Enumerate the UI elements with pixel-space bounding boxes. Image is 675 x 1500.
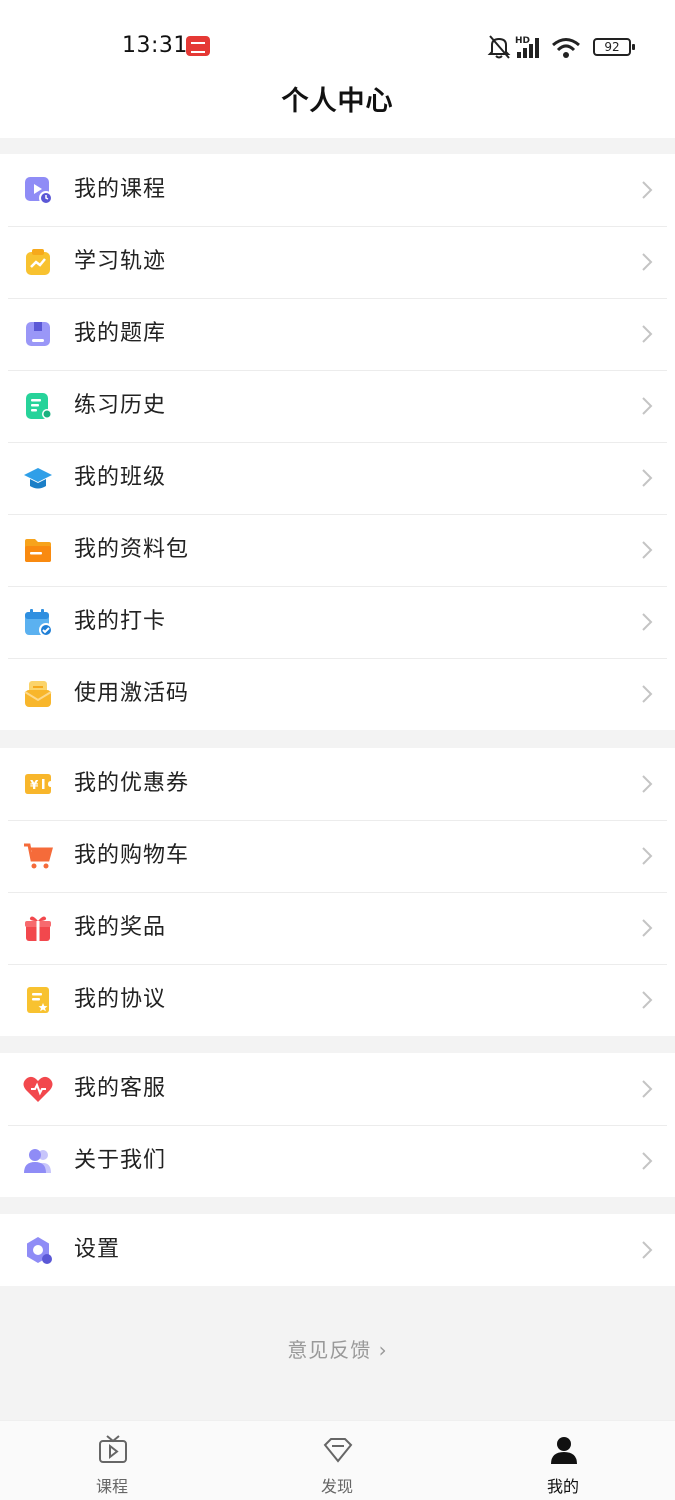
menu-item-check-in[interactable]: 我的打卡: [0, 586, 675, 658]
menu-item-label: 学习轨迹: [74, 249, 167, 274]
tab-mine[interactable]: 我的: [503, 1421, 623, 1500]
tab-label: 发现: [320, 1477, 353, 1496]
chevron-right-icon: [642, 253, 653, 271]
status-icons: HD 92: [487, 34, 637, 60]
page-title: 个人中心: [281, 86, 394, 117]
menu-item-learning-track[interactable]: 学习轨迹: [0, 226, 675, 298]
learning-track-icon: [26, 249, 50, 275]
folder-icon: [25, 539, 51, 562]
tab-label: 我的: [546, 1477, 579, 1496]
svg-text:¥: ¥: [30, 778, 39, 792]
calendar-check-icon: [25, 609, 53, 637]
tab-discover[interactable]: 发现: [277, 1421, 397, 1500]
menu-item-label: 我的班级: [74, 465, 167, 490]
menu-item-label: 设置: [74, 1237, 121, 1262]
menu-item-label: 关于我们: [74, 1148, 167, 1173]
menu-item-my-class[interactable]: 我的班级: [0, 442, 675, 514]
menu-item-label: 我的客服: [74, 1076, 167, 1101]
chevron-right-icon: [642, 685, 653, 703]
chevron-right-icon: [642, 847, 653, 865]
menu-group-settings: 设置: [0, 1214, 675, 1286]
menu-group-shopping: ¥ 我的优惠券 我的购物车 我的奖品 我的协议: [0, 748, 675, 1036]
menu-item-label: 我的协议: [74, 987, 167, 1012]
battery-indicator: 92: [593, 38, 635, 56]
mute-bell-icon: [487, 35, 511, 59]
chevron-right-icon: [642, 541, 653, 559]
menu-item-label: 我的奖品: [74, 915, 167, 940]
chevron-right-icon: [642, 991, 653, 1009]
agreement-icon: [27, 987, 49, 1013]
menu-item-my-courses[interactable]: 我的课程: [0, 154, 675, 226]
menu-item-about-us[interactable]: 关于我们: [0, 1125, 675, 1197]
network-type: HD: [515, 36, 530, 46]
menu-item-label: 我的课程: [74, 177, 167, 202]
menu-item-label: 我的优惠券: [74, 771, 190, 796]
settings-icon: [27, 1237, 52, 1264]
tv-play-icon: [99, 1435, 127, 1463]
shopping-cart-icon: [24, 843, 53, 869]
chevron-right-icon: [642, 1080, 653, 1098]
chevron-right-icon: [642, 397, 653, 415]
menu-item-question-bank[interactable]: 我的题库: [0, 298, 675, 370]
menu-group-learning: 我的课程 学习轨迹 我的题库 练习历史 我的班级 我的资料包 我的打卡 使用激活…: [0, 154, 675, 730]
menu-item-customer-service[interactable]: 我的客服: [0, 1053, 675, 1125]
menu-item-shopping-cart[interactable]: 我的购物车: [0, 820, 675, 892]
menu-group-support: 我的客服 关于我们: [0, 1053, 675, 1197]
chevron-right-icon: [642, 181, 653, 199]
menu-item-practice-history[interactable]: 练习历史: [0, 370, 675, 442]
status-bar: 13:31 HD 92: [0, 0, 675, 80]
wifi-icon: [552, 38, 580, 58]
menu-item-prizes[interactable]: 我的奖品: [0, 892, 675, 964]
title-bar: 个人中心: [0, 80, 675, 138]
menu-item-label: 我的题库: [74, 321, 167, 346]
chevron-right-icon: [642, 919, 653, 937]
menu-item-materials[interactable]: 我的资料包: [0, 514, 675, 586]
menu-item-coupons[interactable]: ¥ 我的优惠券: [0, 748, 675, 820]
diamond-icon: [323, 1438, 353, 1463]
app-notification-icon: [186, 36, 210, 56]
practice-history-icon: [26, 393, 52, 419]
menu-item-label: 我的资料包: [74, 537, 190, 562]
chevron-right-icon: [642, 469, 653, 487]
class-graduation-cap-icon: [24, 468, 52, 489]
chevron-right-icon: [642, 325, 653, 343]
signal-icon: HD: [515, 36, 539, 58]
menu-item-agreements[interactable]: 我的协议: [0, 964, 675, 1036]
heart-service-icon: [23, 1076, 53, 1102]
about-users-icon: [24, 1149, 51, 1173]
user-icon: [551, 1437, 577, 1464]
chevron-right-icon: [642, 1152, 653, 1170]
gift-icon: [25, 916, 51, 941]
coupon-icon: ¥: [25, 774, 51, 794]
course-play-icon: [25, 177, 53, 205]
chevron-right-icon: [642, 775, 653, 793]
menu-item-label: 练习历史: [74, 393, 167, 418]
tab-courses[interactable]: 课程: [52, 1421, 172, 1500]
chevron-right-icon: [642, 613, 653, 631]
question-bank-icon: [26, 322, 50, 346]
status-time: 13:31: [122, 33, 188, 58]
menu-item-label: 我的购物车: [74, 843, 190, 868]
chevron-right-icon: [642, 1241, 653, 1259]
menu-item-settings[interactable]: 设置: [0, 1214, 675, 1286]
menu-item-label: 使用激活码: [74, 681, 190, 706]
bottom-tab-bar: 课程 发现 我的: [0, 1420, 675, 1500]
menu-item-activation-code[interactable]: 使用激活码: [0, 658, 675, 730]
feedback-link[interactable]: 意见反馈 ›: [0, 1334, 675, 1363]
activation-envelope-icon: [24, 681, 52, 707]
menu-item-label: 我的打卡: [74, 609, 167, 634]
tab-label: 课程: [95, 1477, 128, 1496]
